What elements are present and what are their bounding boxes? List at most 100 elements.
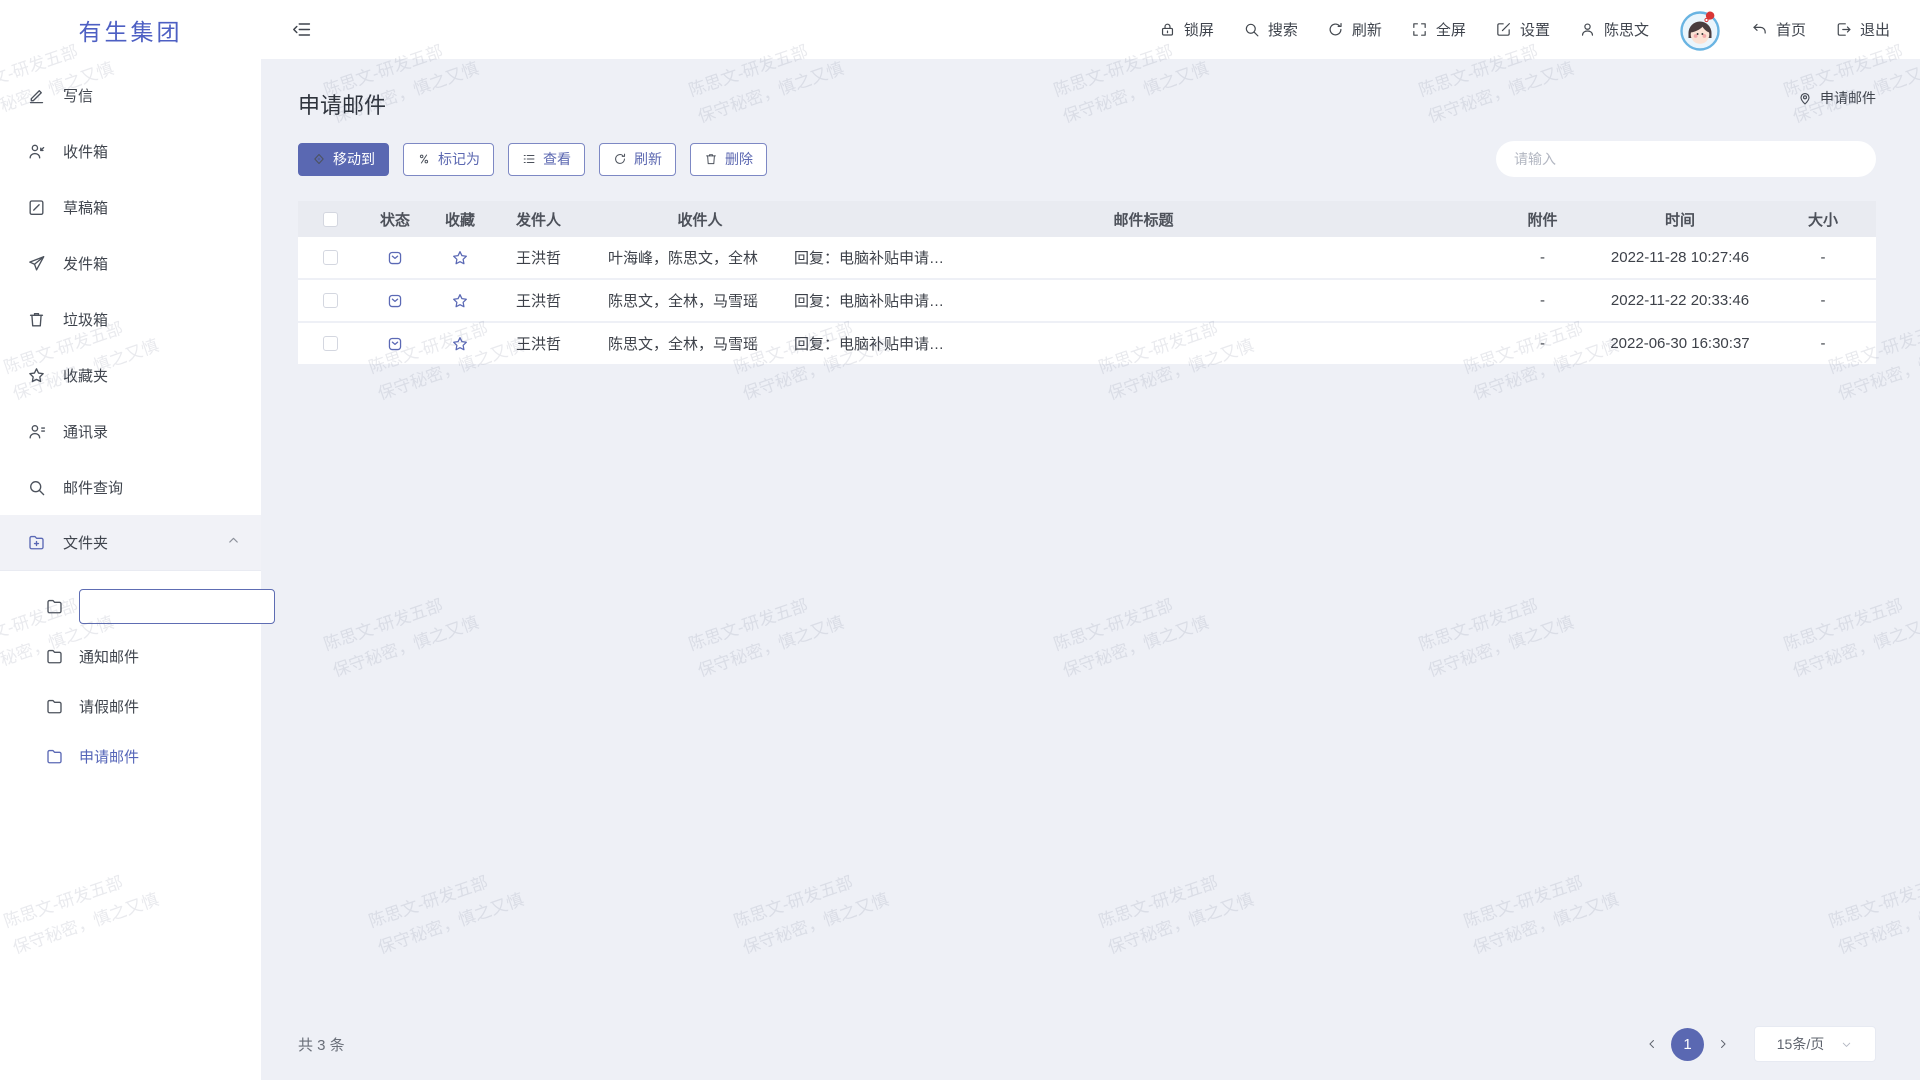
topbar-item-2-label: 刷新	[1352, 19, 1382, 40]
topbar-item-5[interactable]: 陈思文	[1579, 19, 1649, 40]
time-cell: 2022-06-30 16:30:37	[1590, 335, 1770, 352]
sidebar-item-1[interactable]: 收件箱	[0, 123, 261, 179]
folder-icon	[45, 697, 64, 716]
table-row[interactable]: 王洪哲叶海峰，陈思文，全林回复：电脑补贴申请…-2022-11-28 10:27…	[298, 237, 1876, 278]
mail-open-icon	[386, 249, 404, 267]
delete-button[interactable]: 删除	[690, 143, 767, 176]
sidebar-item-0[interactable]: 写信	[0, 67, 261, 123]
page-size-select[interactable]: 15条/页	[1754, 1026, 1876, 1062]
view-button[interactable]: 查看	[508, 143, 585, 176]
subject-cell: 回复：电脑补贴申请…	[792, 290, 1495, 311]
sidebar-item-label: 写信	[63, 85, 93, 106]
folder-list: 通知邮件请假邮件申请邮件	[0, 571, 261, 781]
column-header-2: 发件人	[492, 209, 608, 230]
select-all-checkbox[interactable]	[323, 212, 338, 227]
folder-icon	[45, 647, 64, 666]
next-page-button[interactable]	[1716, 1037, 1730, 1051]
star-icon[interactable]	[451, 335, 469, 353]
folder-item-1[interactable]: 请假邮件	[0, 681, 261, 731]
fullscreen-icon	[1411, 21, 1428, 38]
sidebar-item-3[interactable]: 发件箱	[0, 235, 261, 291]
size-cell: -	[1770, 249, 1876, 266]
status-cell	[362, 249, 428, 267]
refresh-icon	[613, 152, 627, 166]
sidebar-item-4[interactable]: 垃圾箱	[0, 291, 261, 347]
recipients-cell: 陈思文，全林，马雪瑶	[608, 333, 792, 354]
favorite-cell	[428, 292, 492, 310]
toolbar: 移动到标记为查看刷新删除	[298, 143, 767, 176]
sidebar-item-label: 邮件查询	[63, 477, 123, 498]
breadcrumb[interactable]: 申请邮件	[1797, 88, 1876, 108]
prev-page-button[interactable]	[1645, 1037, 1659, 1051]
sidebar-item-label: 通讯录	[63, 421, 108, 442]
sidebar-item-6[interactable]: 通讯录	[0, 403, 261, 459]
sidebar-item-label: 发件箱	[63, 253, 108, 274]
table-row[interactable]: 王洪哲陈思文，全林，马雪瑶回复：电脑补贴申请…-2022-06-30 16:30…	[298, 323, 1876, 364]
topbar-item-0[interactable]: 锁屏	[1159, 19, 1214, 40]
star-icon[interactable]	[451, 292, 469, 310]
row-checkbox[interactable]	[323, 293, 338, 308]
sidebar-item-folders[interactable]: 文件夹	[0, 515, 261, 571]
folder-icon	[45, 747, 64, 766]
subject-cell: 回复：电脑补贴申请…	[792, 333, 1495, 354]
home-icon	[1751, 21, 1768, 38]
row-checkbox[interactable]	[323, 336, 338, 351]
topbar-item-1[interactable]: 搜索	[1243, 19, 1298, 40]
sender-cell: 王洪哲	[492, 247, 608, 268]
current-page-button[interactable]: 1	[1671, 1028, 1704, 1061]
folder-item-0[interactable]: 通知邮件	[0, 631, 261, 681]
sidebar-item-label: 收件箱	[63, 141, 108, 162]
column-header-1: 收藏	[428, 209, 492, 230]
sidebar-item-2[interactable]: 草稿箱	[0, 179, 261, 235]
mark-as-button[interactable]: 标记为	[403, 143, 494, 176]
total-count: 共 3 条	[298, 1034, 345, 1055]
chevron-up-icon[interactable]	[226, 533, 241, 552]
topbar-item-3[interactable]: 全屏	[1411, 19, 1466, 40]
time-cell: 2022-11-22 20:33:46	[1590, 292, 1770, 309]
sidebar-menu: 写信收件箱草稿箱发件箱垃圾箱收藏夹通讯录邮件查询	[0, 67, 261, 515]
folder-icon	[45, 597, 64, 616]
topbar-item-5-label: 陈思文	[1604, 19, 1649, 40]
size-cell: -	[1770, 335, 1876, 352]
sidebar-item-7[interactable]: 邮件查询	[0, 459, 261, 515]
folder-plus-icon	[27, 533, 46, 552]
app-window: 有生集团 写信收件箱草稿箱发件箱垃圾箱收藏夹通讯录邮件查询 文件夹 通知邮件请假…	[0, 0, 1920, 1080]
select-all-cell	[298, 212, 362, 227]
star-icon[interactable]	[451, 249, 469, 267]
favorite-cell	[428, 249, 492, 267]
mail-table: 状态收藏发件人收件人邮件标题附件时间大小 王洪哲叶海峰，陈思文，全林回复：电脑补…	[298, 201, 1876, 366]
row-checkbox-cell	[298, 293, 362, 308]
mail-open-icon	[386, 292, 404, 310]
column-header-6: 时间	[1590, 209, 1770, 230]
sidebar-item-5[interactable]: 收藏夹	[0, 347, 261, 403]
column-header-5: 附件	[1495, 209, 1590, 230]
row-checkbox-cell	[298, 336, 362, 351]
logout-button[interactable]: 退出	[1835, 19, 1890, 40]
favorites-icon	[27, 366, 46, 385]
delete-icon	[704, 152, 718, 166]
chevron-down-icon	[1840, 1038, 1853, 1051]
refresh-button[interactable]: 刷新	[599, 143, 676, 176]
mail-open-icon	[386, 335, 404, 353]
topbar-item-4-label: 设置	[1520, 19, 1550, 40]
table-row[interactable]: 王洪哲陈思文，全林，马雪瑶回复：电脑补贴申请…-2022-11-22 20:33…	[298, 280, 1876, 321]
subject-cell: 回复：电脑补贴申请…	[792, 247, 1495, 268]
home-button[interactable]: 首页	[1751, 19, 1806, 40]
attachment-cell: -	[1495, 292, 1590, 309]
sidebar-collapse-button[interactable]	[291, 19, 312, 40]
search-input[interactable]	[1496, 141, 1876, 177]
folder-item-2[interactable]: 申请邮件	[0, 731, 261, 781]
settings-icon	[1495, 21, 1512, 38]
topbar-item-4[interactable]: 设置	[1495, 19, 1550, 40]
row-checkbox[interactable]	[323, 250, 338, 265]
size-cell: -	[1770, 292, 1876, 309]
new-folder-input[interactable]	[79, 589, 275, 624]
topbar-item-3-label: 全屏	[1436, 19, 1466, 40]
sidebar-item-label: 草稿箱	[63, 197, 108, 218]
topbar-item-2[interactable]: 刷新	[1327, 19, 1382, 40]
location-pin-icon	[1797, 90, 1813, 106]
favorite-cell	[428, 335, 492, 353]
move-to-button[interactable]: 移动到	[298, 143, 389, 176]
user-avatar[interactable]	[1678, 8, 1722, 52]
topbar-actions: 锁屏 搜索 刷新 全屏 设置 陈思文 首页 退出	[1159, 8, 1890, 52]
